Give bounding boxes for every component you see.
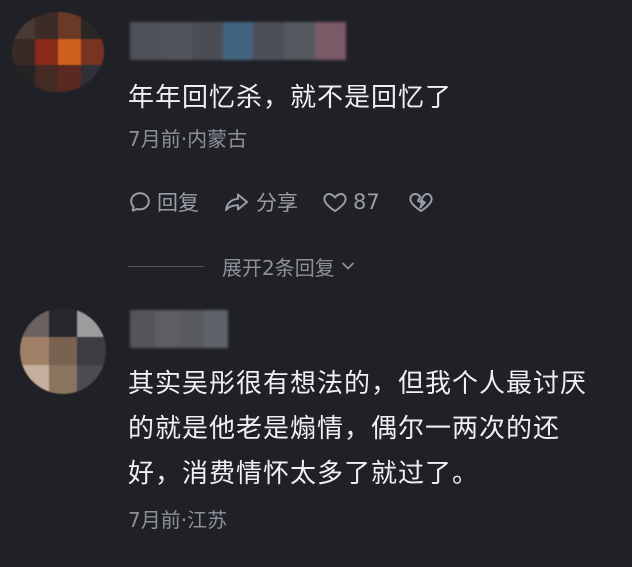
comment-item: 年年回忆杀，就不是回忆了 7月前·内蒙古 回复 分享 87 展开2条回复: [0, 0, 632, 280]
comment-meta: 7月前·江苏: [128, 508, 228, 532]
mosaic-block: [315, 22, 347, 60]
mosaic-block: [77, 308, 106, 337]
comment-item: 其实吴彤很有想法的，但我个人最讨厌的就是他老是煽情，偶尔一两次的还好，消费情怀太…: [0, 290, 632, 567]
mosaic-block: [160, 22, 192, 60]
mosaic-block: [12, 38, 35, 66]
mosaic-block: [35, 65, 58, 92]
mosaic-block: [81, 65, 104, 92]
mosaic-block: [203, 310, 228, 348]
dislike-button[interactable]: [408, 190, 434, 214]
divider-line: [128, 265, 204, 267]
mosaic-block: [48, 308, 78, 337]
comment-meta: 7月前·内蒙古: [128, 127, 248, 151]
comment-feed: 年年回忆杀，就不是回忆了 7月前·内蒙古 回复 分享 87 展开2条回复 其实吴…: [0, 0, 632, 567]
mosaic-block: [20, 365, 49, 394]
expand-replies-button[interactable]: 展开2条回复: [222, 252, 355, 281]
avatar[interactable]: [20, 308, 106, 394]
mosaic-block: [48, 365, 78, 394]
username-blurred[interactable]: [130, 310, 228, 348]
comment-text: 其实吴彤很有想法的，但我个人最讨厌的就是他老是煽情，偶尔一两次的还好，消费情怀太…: [128, 369, 588, 489]
mosaic-block: [179, 310, 204, 348]
comment-bubble-icon: [130, 192, 150, 212]
broken-heart-icon: [409, 193, 433, 212]
expand-replies-label: 展开2条回复: [222, 255, 335, 280]
mosaic-block: [12, 65, 35, 92]
reply-label: 回复: [157, 191, 199, 215]
mosaic-block: [48, 336, 78, 366]
heart-icon: [323, 193, 347, 212]
mosaic-block: [35, 12, 58, 39]
mosaic-block: [130, 22, 161, 60]
avatar[interactable]: [12, 12, 104, 92]
mosaic-block: [77, 365, 106, 394]
mosaic-block: [20, 308, 49, 337]
reply-button[interactable]: 回复: [128, 187, 199, 217]
mosaic-block: [58, 65, 81, 92]
chevron-down-icon: [341, 262, 354, 270]
mosaic-block: [154, 310, 179, 348]
mosaic-block: [77, 336, 106, 366]
mosaic-block: [284, 22, 316, 60]
mosaic-block: [58, 12, 81, 39]
mosaic-block: [20, 336, 49, 366]
like-count: 87: [353, 190, 380, 214]
mosaic-block: [12, 12, 35, 39]
share-arrow-icon: [225, 193, 248, 211]
expand-replies: 展开2条回复: [128, 252, 355, 280]
like-button[interactable]: 87: [322, 190, 380, 214]
mosaic-block: [81, 38, 104, 66]
mosaic-block: [130, 310, 155, 348]
mosaic-block: [191, 22, 223, 60]
share-label: 分享: [256, 191, 298, 215]
comment-text: 年年回忆杀，就不是回忆了: [128, 83, 453, 113]
mosaic-block: [58, 38, 81, 66]
mosaic-block: [81, 12, 104, 39]
mosaic-block: [222, 22, 254, 60]
share-button[interactable]: 分享: [223, 187, 298, 217]
mosaic-block: [35, 38, 58, 66]
username-blurred[interactable]: [130, 22, 347, 60]
comment-actions: 回复 分享 87: [128, 186, 434, 218]
mosaic-block: [253, 22, 285, 60]
